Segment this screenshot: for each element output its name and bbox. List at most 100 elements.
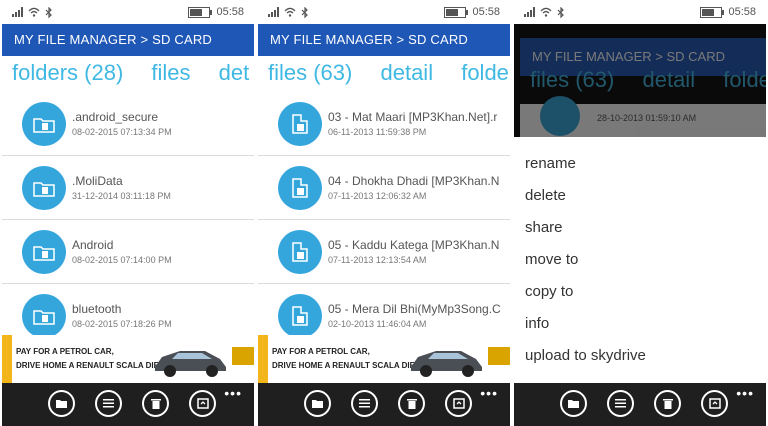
screen-context-menu: 05:58 MY FILE MANAGER > SD CARD files (6…: [514, 0, 766, 426]
pivot-tab-details[interactable]: detail: [380, 60, 433, 85]
screen-folders: 05:58 MY FILE MANAGER > SD CARD folders …: [2, 0, 254, 426]
sync-button[interactable]: [445, 390, 472, 417]
battery-icon: [700, 6, 725, 18]
document-icon: [292, 114, 308, 134]
file-list: 03 - Mat Maari [MP3Khan.Net].r 06-11-2013…: [258, 92, 510, 347]
status-time: 05:58: [216, 6, 244, 18]
item-date: 08-02-2015 07:14:00 PM: [72, 255, 172, 265]
menu-item-delete[interactable]: delete: [525, 180, 646, 212]
app-title-bar: MY FILE MANAGER > SD CARD: [2, 24, 254, 56]
menu-item-rename[interactable]: rename: [525, 148, 646, 180]
add-folder-icon: [56, 400, 67, 408]
add-folder-button[interactable]: [560, 390, 587, 417]
pivot-header: files (63) detail folde: [268, 60, 510, 86]
list-item[interactable]: 05 - Kaddu Katega [MP3Khan.N 07-11-2013 1…: [258, 220, 510, 284]
menu-item-upload-to-skydrive[interactable]: upload to skydrive: [525, 340, 646, 372]
item-name: bluetooth: [72, 302, 122, 316]
item-name: 05 - Mera Dil Bhi(MyMp3Song.C: [328, 302, 501, 316]
pivot-tab-folders[interactable]: folde: [461, 60, 509, 85]
command-bar: •••: [258, 383, 510, 426]
document-icon: [292, 242, 308, 262]
folder-icon: [33, 310, 55, 325]
pivot-tab-files: files (63): [530, 67, 615, 92]
command-bar: •••: [514, 383, 766, 426]
document-icon: [292, 306, 308, 326]
more-icon[interactable]: •••: [224, 386, 242, 400]
screen-files: 05:58 MY FILE MANAGER > SD CARD files (6…: [258, 0, 510, 426]
status-bar: 05:58: [258, 0, 510, 24]
wifi-icon: [284, 7, 296, 17]
delete-button[interactable]: [398, 390, 425, 417]
menu-item-info[interactable]: info: [525, 308, 646, 340]
folder-icon: [33, 118, 55, 133]
list-icon: [359, 399, 370, 408]
list-icon: [615, 399, 626, 408]
sync-icon: [196, 398, 209, 409]
status-time: 05:58: [728, 6, 756, 18]
signal-icon: [268, 7, 279, 17]
menu-item-move-to[interactable]: move to: [525, 244, 646, 276]
item-name: 05 - Kaddu Katega [MP3Khan.N: [328, 238, 500, 252]
item-name: 04 - Dhokha Dhadi [MP3Khan.N: [328, 174, 500, 188]
add-folder-icon: [568, 400, 579, 408]
sync-button[interactable]: [701, 390, 728, 417]
item-date: 07-11-2013 12:06:32 AM: [328, 191, 427, 201]
item-name: Android: [72, 238, 114, 252]
item-date: 06-11-2013 11:59:38 PM: [328, 127, 427, 137]
ad-banner[interactable]: PAY FOR A PETROL CAR, DRIVE HOME A RENAUL…: [258, 335, 510, 383]
pivot-tab-details: detail: [642, 67, 696, 92]
item-date: 28-10-2013 01:59:10 AM: [597, 113, 697, 123]
item-date: 07-11-2013 12:13:54 AM: [328, 255, 427, 265]
add-folder-icon: [312, 400, 323, 408]
context-menu: rename delete share move to copy to info…: [525, 148, 646, 372]
sync-icon: [708, 398, 721, 409]
item-name: .MoliData: [72, 174, 123, 188]
list-item[interactable]: .MoliData 31-12-2014 03:11:18 PM: [2, 156, 254, 220]
list-view-button[interactable]: [351, 390, 378, 417]
command-bar: •••: [2, 383, 254, 426]
item-date: 02-10-2013 11:46:04 AM: [328, 319, 427, 329]
add-folder-button[interactable]: [48, 390, 75, 417]
more-icon[interactable]: •••: [480, 386, 498, 400]
add-folder-button[interactable]: [304, 390, 331, 417]
selected-item-peek: 28-10-2013 01:59:10 AM: [520, 96, 766, 137]
delete-button[interactable]: [142, 390, 169, 417]
bluetooth-icon: [45, 6, 52, 18]
pivot-tab-files[interactable]: files (63): [268, 60, 352, 85]
list-view-button[interactable]: [607, 390, 634, 417]
delete-icon: [406, 399, 417, 409]
pivot-tab-folders[interactable]: folders (28): [12, 60, 123, 85]
sync-button[interactable]: [189, 390, 216, 417]
status-bar: 05:58: [2, 0, 254, 24]
menu-item-share[interactable]: share: [525, 212, 646, 244]
list-item[interactable]: Android 08-02-2015 07:14:00 PM: [2, 220, 254, 284]
ad-banner[interactable]: PAY FOR A PETROL CAR, DRIVE HOME A RENAUL…: [2, 335, 254, 383]
list-view-button[interactable]: [95, 390, 122, 417]
item-name: .android_secure: [72, 110, 159, 124]
sync-icon: [452, 398, 465, 409]
list-item[interactable]: 04 - Dhokha Dhadi [MP3Khan.N 07-11-2013 1…: [258, 156, 510, 220]
list-item[interactable]: 03 - Mat Maari [MP3Khan.Net].r 06-11-2013…: [258, 92, 510, 156]
app-title-bar: MY FILE MANAGER > SD CARD: [258, 24, 510, 56]
pivot-header: files (63) detail folde: [530, 67, 766, 93]
dimmed-background: MY FILE MANAGER > SD CARD files (63) det…: [514, 24, 766, 137]
item-name: 03 - Mat Maari [MP3Khan.Net].r: [328, 110, 498, 124]
more-icon[interactable]: •••: [736, 386, 754, 400]
menu-item-copy-to[interactable]: copy to: [525, 276, 646, 308]
pivot-tab-files[interactable]: files: [151, 60, 190, 85]
item-date: 31-12-2014 03:11:18 PM: [72, 191, 171, 201]
battery-icon: [444, 6, 469, 18]
status-time: 05:58: [472, 6, 500, 18]
wifi-icon: [28, 7, 40, 17]
pivot-tab-details[interactable]: det: [219, 60, 250, 85]
folder-icon: [33, 182, 55, 197]
signal-icon: [524, 7, 535, 17]
status-bar: 05:58: [514, 0, 766, 24]
delete-icon: [662, 399, 673, 409]
battery-icon: [188, 6, 213, 18]
car-icon: [411, 351, 482, 377]
item-date: 08-02-2015 07:18:26 PM: [72, 319, 172, 329]
bluetooth-icon: [301, 6, 308, 18]
list-item[interactable]: .android_secure 08-02-2015 07:13:34 PM: [2, 92, 254, 156]
delete-button[interactable]: [654, 390, 681, 417]
